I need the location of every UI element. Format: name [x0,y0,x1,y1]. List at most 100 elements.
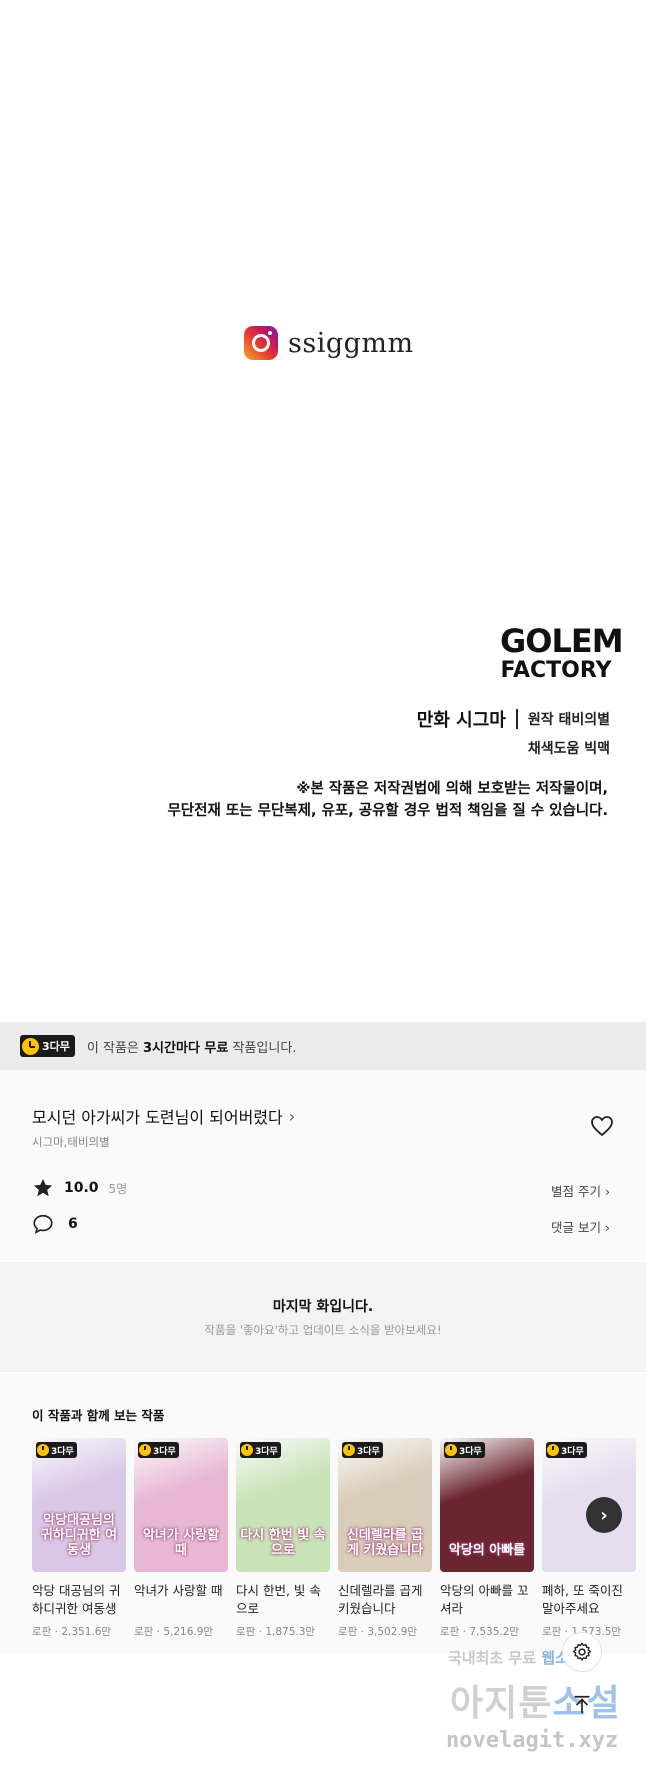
last-episode-title: 마지막 화입니다. [272,1299,374,1315]
watermark-url: novelagit.xyz [446,1728,619,1753]
copyright-line: ※본 작품은 저작권법에 의해 보호받는 저작물이며, [296,781,608,797]
free-badge: 3다무 [342,1442,383,1458]
clock-icon [37,1444,49,1456]
gear-icon [572,1642,592,1661]
recommendation-title: 신데렐라를 곱게 키웠습니다 [338,1583,423,1616]
credit-coloring: 채색도움 빅맥 [527,741,610,757]
rating-count: 5명 [108,1181,128,1196]
heart-icon[interactable] [590,1114,614,1138]
recommendation-title: 악당의 아빠를 꼬셔라 [440,1583,529,1616]
free-banner-text: 이 작품은 3시간마다 무료 작품입니다. [87,1037,297,1056]
recommendation-meta: 로판 · 3,502.9만 [338,1626,418,1638]
work-authors: 시그마,태비의별 [32,1135,110,1149]
recommendations-title: 이 작품과 함께 보는 작품 [32,1408,165,1423]
free-badge-label: 3다무 [459,1446,482,1457]
last-episode-subtitle: 작품을 '좋아요'하고 업데이트 소식을 받아보세요! [204,1323,442,1337]
recommendation-cover: 3다무악당의 아빠를 [440,1438,534,1572]
comment-row: 6 [32,1213,78,1235]
settings-button[interactable] [562,1632,602,1672]
recommendation-title: 폐하, 또 죽이진 말아주세요 [542,1583,623,1616]
recommendation-meta: 로판 · 1,875.3만 [236,1626,316,1638]
recommendation-cover: 3다무악녀가 사랑할 때 [134,1438,228,1572]
recommendation-card[interactable]: 3다무 악녀가 사랑할 때 악녀가 사랑할 때 로판 · 5,216.9만 [134,1438,228,1638]
free-badge: 3다무 [138,1442,179,1458]
credits-section: ssiggmm GOLEM FACTORY 만화 시그마 원작 태비의별 채색도… [0,0,646,1022]
instagram-credit: ssiggmm [244,326,414,360]
instagram-handle: ssiggmm [288,327,414,359]
free-badge: 3다무 [36,1442,77,1458]
recommendation-card[interactable]: 3다무 신데렐라를 곱게 키웠습니다 신데렐라를 곱게 키웠습니다 로판 · 3,50… [338,1438,432,1638]
rating-value: 10.0 [64,1180,99,1196]
banner-text-suffix: 작품입니다. [228,1040,297,1056]
recommendation-title: 악녀가 사랑할 때 [134,1583,223,1598]
studio-logo-line1: GOLEM [500,622,624,660]
free-badge: 3다무 [444,1442,485,1458]
studio-logo-line2: FACTORY [500,658,612,683]
credit-comic: 만화 시그마 [416,710,506,731]
watermark-text: 아지툰 [450,1683,553,1724]
free-badge: 3다무 [240,1442,281,1458]
clock-icon [22,1037,39,1055]
free-badge: 3다무 [546,1442,587,1458]
work-info-section [0,1070,646,1260]
clock-icon [445,1444,457,1456]
chevron-right-icon: › [288,1106,296,1126]
recommendation-meta: 로판 · 7,535.2만 [440,1626,520,1638]
credit-divider [515,709,518,729]
recommendation-title: 악당 대공님의 귀하디귀한 여동생 [32,1583,121,1616]
cover-title-art: 신데렐라를 곱게 키웠습니다 [346,1528,424,1558]
recommendation-card[interactable]: 3다무 다시 한번 빛 속으로다시 한번, 빛 속으로로판 · 1,875.3만 [236,1438,330,1638]
carousel-next-button[interactable]: › [586,1497,622,1533]
work-title-link[interactable]: 모시던 아가씨가 도련님이 되어버렸다 › [32,1104,295,1128]
comment-count: 6 [68,1216,78,1232]
clock-icon [343,1444,355,1456]
comment-icon [33,1214,53,1234]
recommendation-title: 다시 한번, 빛 속으로 [236,1583,321,1616]
free-badge-label: 3다무 [357,1446,380,1457]
recommendation-card[interactable]: 3다무악당의 아빠를악당의 아빠를 꼬셔라로판 · 7,535.2만 [440,1438,534,1638]
arrow-up-icon [574,1695,590,1714]
credit-original: 원작 태비의별 [527,712,610,728]
free-badge-label: 3다무 [255,1446,278,1457]
view-comments-button[interactable]: 댓글 보기 › [551,1217,610,1236]
chevron-right-icon: › [605,1220,610,1235]
work-title: 모시던 아가씨가 도련님이 되어버렸다 [32,1108,283,1127]
instagram-icon [244,326,278,360]
free-badge-label: 3다무 [51,1446,74,1457]
star-icon [33,1178,53,1197]
cover-title-art: 악녀가 사랑할 때 [142,1528,220,1558]
free-badge-label: 3다무 [42,1040,70,1053]
chevron-right-icon: › [605,1184,610,1199]
free-every-3h-banner: 3다무 이 작품은 3시간마다 무료 작품입니다. [0,1022,646,1070]
recommendation-cover: 3다무신데렐라를 곱게 키웠습니다 [338,1438,432,1572]
clock-icon [547,1444,559,1456]
rate-button-label: 별점 주기 [551,1184,602,1199]
recommendation-cover: 3다무 다시 한번 빛 속으로 [236,1438,330,1572]
last-episode-section [0,1262,646,1372]
view-comments-label: 댓글 보기 [551,1220,602,1235]
free-badge-label: 3다무 [153,1446,176,1457]
cover-title-art: 악당의 아빠를 [448,1543,526,1558]
rating-row: 10.0 5명 [32,1177,127,1199]
credit-row: 만화 시그마 원작 태비의별 [417,706,610,732]
cover-title-art: 악당대공님의 귀하디귀한 여동생 [40,1513,118,1558]
recommendation-card[interactable]: 3다무 폐하, 또 죽이진 말아주세요 로판 · 1,573.5만 [542,1438,636,1638]
recommendations-list: 3다무악당대공님의 귀하디귀한 여동생악당 대공님의 귀하디귀한 여동생로판 ·… [32,1438,646,1638]
chevron-right-icon: › [600,1504,608,1526]
clock-icon [139,1444,151,1456]
clock-icon [241,1444,253,1456]
copyright-notice: ※본 작품은 저작권법에 의해 보호받는 저작물이며, 무단전재 또는 무단복제… [167,778,608,822]
banner-text-bold: 3시간마다 무료 [143,1040,229,1056]
recommendation-card[interactable]: 3다무악당대공님의 귀하디귀한 여동생악당 대공님의 귀하디귀한 여동생로판 ·… [32,1438,126,1638]
recommendation-cover: 3다무악당대공님의 귀하디귀한 여동생 [32,1438,126,1572]
scroll-top-button[interactable] [562,1685,602,1725]
recommendation-meta: 로판 · 5,216.9만 [134,1626,214,1638]
watermark-text: 국내최초 무료 [448,1649,542,1667]
rate-button[interactable]: 별점 주기 › [551,1181,610,1200]
free-badge-label: 3다무 [561,1446,584,1457]
free-badge: 3다무 [20,1035,75,1057]
studio-logo: GOLEM FACTORY [500,622,624,684]
copyright-line: 무단전재 또는 무단복제, 유포, 공유할 경우 법적 책임을 질 수 있습니다… [167,803,608,819]
recommendation-meta: 로판 · 2,351.6만 [32,1626,112,1638]
banner-text-prefix: 이 작품은 [86,1040,144,1056]
